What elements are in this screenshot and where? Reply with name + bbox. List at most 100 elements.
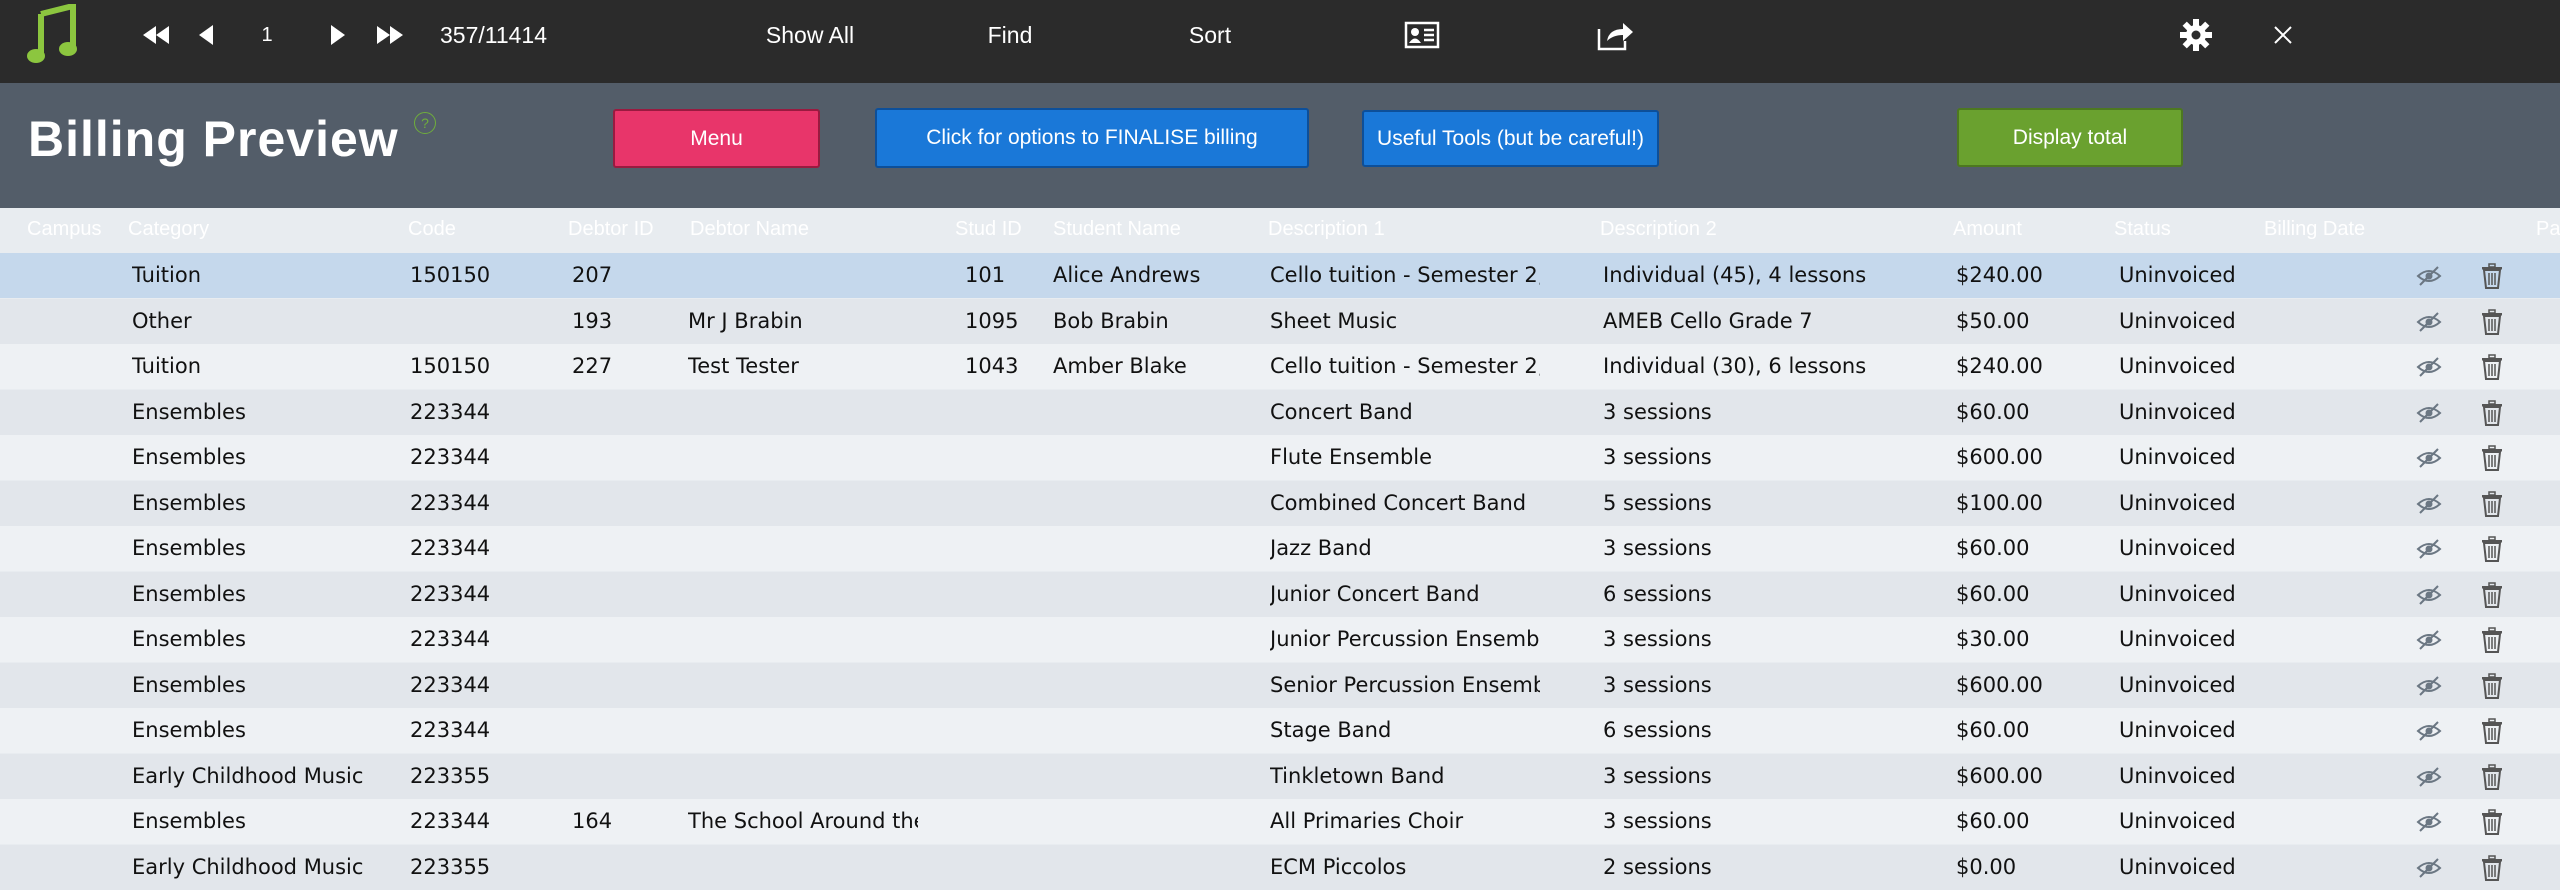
cell-amount[interactable]: $600.00 <box>1956 663 2043 708</box>
cell-amount[interactable]: $60.00 <box>1956 572 2029 617</box>
cell-category[interactable]: Tuition <box>132 344 201 389</box>
cell-student-name[interactable] <box>1053 435 1253 480</box>
cell-description-1[interactable]: Junior Concert Band <box>1270 572 1540 617</box>
cell-description-2[interactable]: 6 sessions <box>1603 708 1933 753</box>
table-row[interactable]: Ensembles 223344 164 The School Around the A… <box>0 799 2560 844</box>
cell-description-1[interactable]: ECM Piccolos <box>1270 845 1540 890</box>
delete-trash-icon[interactable] <box>2481 672 2507 699</box>
hide-row-icon[interactable] <box>2416 263 2442 289</box>
cell-amount[interactable]: $30.00 <box>1956 617 2029 662</box>
table-row[interactable]: Ensembles 223344 Junior Concert Band 6 sess… <box>0 571 2560 617</box>
cell-code[interactable]: 223344 <box>410 435 490 480</box>
cell-category[interactable]: Early Childhood Music <box>132 845 363 890</box>
cell-stud-id[interactable]: 1043 <box>965 344 1018 389</box>
cell-amount[interactable]: $60.00 <box>1956 799 2029 844</box>
cell-debtor-name[interactable] <box>688 435 918 480</box>
cell-status[interactable]: Uninvoiced <box>2119 435 2236 480</box>
cell-category[interactable]: Ensembles <box>132 799 246 844</box>
cell-debtor-name[interactable] <box>688 708 918 753</box>
cell-code[interactable]: 223344 <box>410 799 490 844</box>
hide-row-icon[interactable] <box>2416 855 2442 881</box>
find-button[interactable]: Find <box>960 0 1060 70</box>
cell-student-name[interactable]: Bob Brabin <box>1053 299 1253 344</box>
cell-code[interactable]: 223344 <box>410 663 490 708</box>
cell-category[interactable]: Other <box>132 299 192 344</box>
cell-description-2[interactable]: 3 sessions <box>1603 663 1933 708</box>
hide-row-icon[interactable] <box>2416 582 2442 608</box>
cell-description-1[interactable]: Stage Band <box>1270 708 1540 753</box>
delete-trash-icon[interactable] <box>2481 718 2507 744</box>
table-row[interactable]: Ensembles 223344 Flute Ensemble 3 sessions $… <box>0 435 2560 480</box>
cell-category[interactable]: Early Childhood Music <box>132 754 363 799</box>
column-header-category[interactable]: Category <box>128 218 209 241</box>
table-row[interactable]: Tuition 150150 227 Test Tester 1043 Amber Bla… <box>0 344 2560 389</box>
delete-trash-icon[interactable] <box>2481 399 2507 426</box>
previous-record-icon[interactable] <box>192 0 220 70</box>
cell-description-2[interactable]: 3 sessions <box>1603 435 1933 480</box>
table-row[interactable]: Ensembles 223344 Combined Concert Band 5 se… <box>0 480 2560 526</box>
next-record-icon[interactable] <box>324 0 352 70</box>
cell-description-1[interactable]: Cello tuition - Semester 2, <box>1270 253 1540 298</box>
cell-debtor-id[interactable]: 227 <box>572 344 612 389</box>
column-header-debtor-name[interactable]: Debtor Name <box>690 218 809 241</box>
first-record-icon[interactable] <box>138 0 174 70</box>
cell-description-2[interactable]: 2 sessions <box>1603 845 1933 890</box>
cell-student-name[interactable] <box>1053 663 1253 708</box>
music-note-logo-icon[interactable] <box>24 0 84 70</box>
cell-status[interactable]: Uninvoiced <box>2119 799 2236 844</box>
cell-description-1[interactable]: Junior Percussion Ensemble <box>1270 617 1540 662</box>
cell-student-name[interactable] <box>1053 845 1253 890</box>
table-row[interactable]: Ensembles 223344 Concert Band 3 sessions $60… <box>0 389 2560 435</box>
cell-amount[interactable]: $60.00 <box>1956 526 2029 571</box>
cell-student-name[interactable]: Amber Blake <box>1053 344 1253 389</box>
delete-trash-icon[interactable] <box>2481 627 2507 653</box>
cell-description-1[interactable]: Jazz Band <box>1270 526 1540 571</box>
cell-description-2[interactable]: 3 sessions <box>1603 526 1933 571</box>
hide-row-icon[interactable] <box>2416 309 2442 335</box>
cell-category[interactable]: Ensembles <box>132 526 246 571</box>
cell-debtor-name[interactable] <box>688 617 918 662</box>
cell-amount[interactable]: $100.00 <box>1956 481 2043 526</box>
cell-category[interactable]: Ensembles <box>132 663 246 708</box>
sort-button[interactable]: Sort <box>1160 0 1260 70</box>
menu-button[interactable]: Menu <box>613 109 820 168</box>
help-icon[interactable]: ? <box>414 112 436 134</box>
cell-description-2[interactable]: 6 sessions <box>1603 572 1933 617</box>
cell-category[interactable]: Ensembles <box>132 617 246 662</box>
cell-student-name[interactable] <box>1053 617 1253 662</box>
delete-trash-icon[interactable] <box>2481 308 2507 335</box>
display-total-button[interactable]: Display total <box>1957 108 2183 167</box>
cell-code[interactable]: 223344 <box>410 572 490 617</box>
cell-debtor-name[interactable] <box>688 526 918 571</box>
cell-code[interactable]: 223344 <box>410 526 490 571</box>
hide-row-icon[interactable] <box>2416 627 2442 653</box>
table-row[interactable]: Ensembles 223344 Senior Percussion Ensembl… <box>0 662 2560 708</box>
cell-debtor-name[interactable] <box>688 390 918 435</box>
column-header-stud-id[interactable]: Stud ID <box>955 218 1022 241</box>
cell-debtor-name[interactable]: Mr J Brabin <box>688 299 918 344</box>
cell-description-2[interactable]: 3 sessions <box>1603 754 1933 799</box>
delete-trash-icon[interactable] <box>2481 354 2507 380</box>
delete-trash-icon[interactable] <box>2481 445 2507 471</box>
contact-card-icon[interactable] <box>1400 0 1444 70</box>
cell-debtor-name[interactable] <box>688 663 918 708</box>
cell-debtor-name[interactable] <box>688 253 918 298</box>
cell-amount[interactable]: $240.00 <box>1956 253 2043 298</box>
delete-trash-icon[interactable] <box>2481 263 2507 289</box>
cell-debtor-name[interactable] <box>688 481 918 526</box>
cell-status[interactable]: Uninvoiced <box>2119 572 2236 617</box>
cell-student-name[interactable] <box>1053 572 1253 617</box>
cell-student-name[interactable] <box>1053 390 1253 435</box>
cell-amount[interactable]: $600.00 <box>1956 754 2043 799</box>
hide-row-icon[interactable] <box>2416 400 2442 426</box>
column-header-student-name[interactable]: Student Name <box>1053 218 1181 241</box>
table-row[interactable]: Ensembles 223344 Stage Band 6 sessions $60.0… <box>0 708 2560 753</box>
cell-category[interactable]: Ensembles <box>132 481 246 526</box>
cell-code[interactable]: 223344 <box>410 708 490 753</box>
column-header-code[interactable]: Code <box>408 218 456 241</box>
cell-student-name[interactable] <box>1053 526 1253 571</box>
hide-row-icon[interactable] <box>2416 718 2442 744</box>
finalise-billing-button[interactable]: Click for options to FINALISE billing <box>875 108 1309 168</box>
cell-description-1[interactable]: Flute Ensemble <box>1270 435 1540 480</box>
column-header-description-1[interactable]: Description 1 <box>1268 218 1385 241</box>
